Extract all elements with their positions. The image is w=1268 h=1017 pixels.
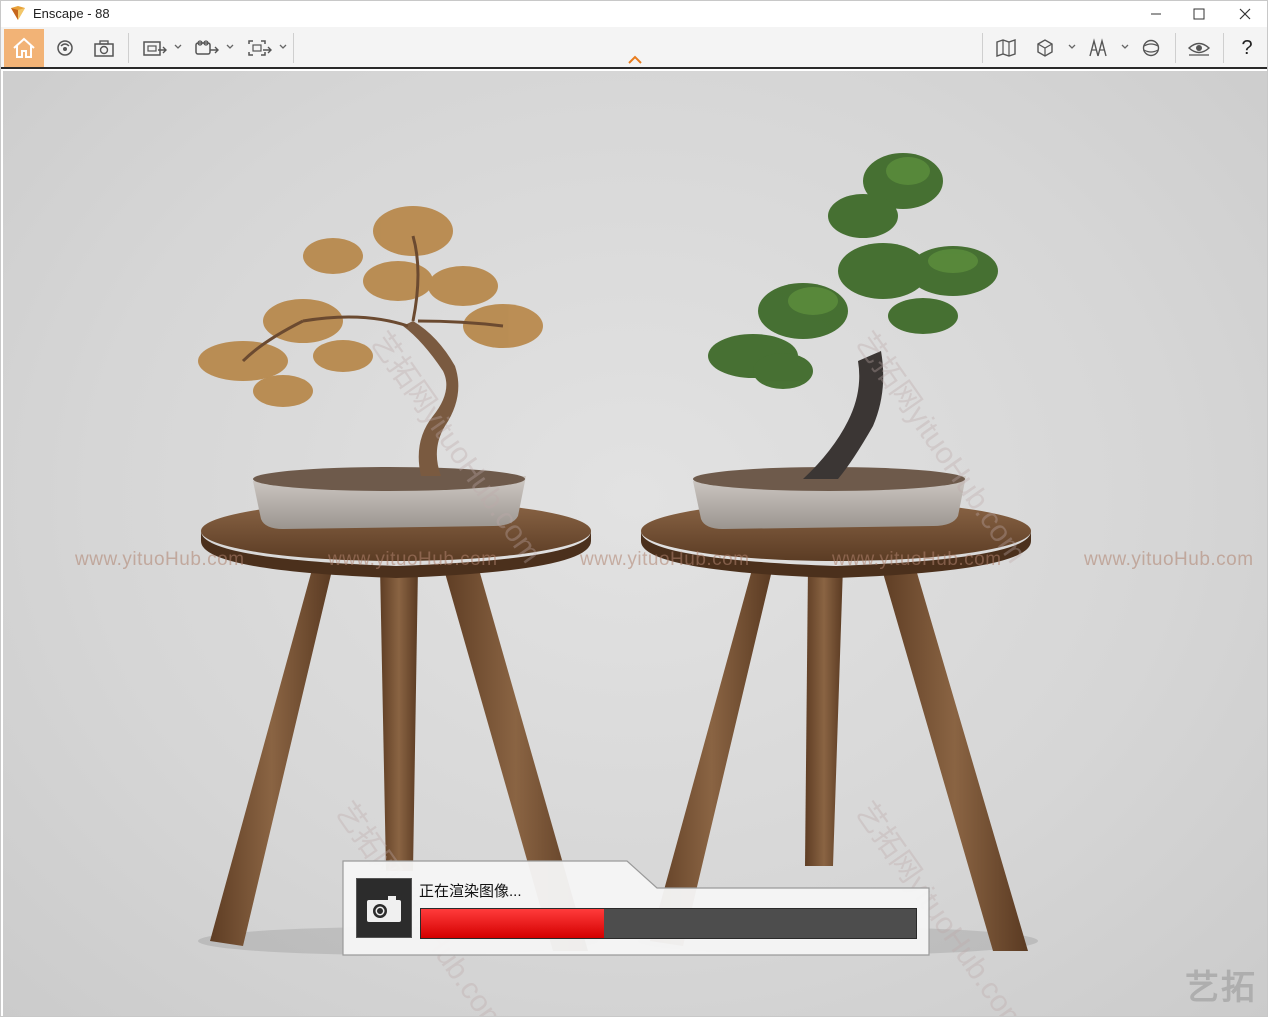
panorama-export-icon — [248, 40, 272, 56]
home-button[interactable] — [4, 29, 44, 67]
title-bar[interactable]: Enscape - 88 — [1, 1, 1267, 27]
cube-view-button[interactable] — [1031, 29, 1059, 67]
help-icon: ? — [1241, 36, 1253, 59]
render-progress-bar — [420, 908, 917, 939]
assets-icon — [1089, 38, 1107, 57]
watermark-text: www.yituoHub.com — [580, 549, 750, 570]
main-toolbar: ? — [1, 27, 1267, 69]
video-export-button[interactable] — [191, 29, 223, 67]
toolbar-separator — [293, 33, 294, 63]
maximize-icon — [1193, 8, 1205, 20]
video-export-icon — [195, 40, 219, 55]
window-title: Enscape - 88 — [33, 6, 110, 21]
toolbar-separator — [1175, 33, 1176, 63]
orbit-button[interactable] — [51, 29, 79, 67]
minimize-button[interactable] — [1133, 1, 1179, 27]
toolbar-separator — [1223, 33, 1224, 63]
watermark-text: www.yituoHub.com — [1084, 549, 1254, 570]
render-progress-fill — [421, 909, 605, 938]
render-status-label: 正在渲染图像... — [419, 883, 522, 900]
help-button[interactable]: ? — [1233, 29, 1261, 67]
map-button[interactable] — [992, 29, 1020, 67]
assets-button[interactable] — [1084, 29, 1112, 67]
home-icon — [13, 37, 35, 58]
maximize-button[interactable] — [1176, 1, 1222, 27]
watermark-text: www.yituoHub.com — [75, 549, 245, 570]
corner-logo: 艺拓 — [1185, 969, 1257, 1007]
close-icon — [1239, 8, 1251, 20]
screenshot-button[interactable] — [89, 29, 119, 67]
visual-settings-button[interactable] — [1184, 29, 1214, 67]
eye-visual-icon — [1187, 42, 1211, 56]
orbit-icon — [57, 40, 73, 56]
settings-globe-button[interactable] — [1137, 29, 1165, 67]
settings-globe-icon — [1142, 39, 1160, 57]
minimize-icon — [1151, 13, 1161, 15]
toolbar-separator — [982, 33, 983, 63]
chevron-down-icon[interactable] — [1068, 43, 1076, 51]
camera-icon — [367, 896, 401, 922]
screenshot-icon — [94, 40, 114, 57]
panorama-export-button[interactable] — [244, 29, 276, 67]
cube-view-icon — [1037, 39, 1053, 57]
enscape-logo-icon — [11, 6, 25, 20]
close-button[interactable] — [1222, 1, 1267, 27]
chevron-down-icon[interactable] — [1121, 43, 1129, 51]
render-export-icon — [143, 41, 167, 56]
toolbar-separator — [128, 33, 129, 63]
chevron-down-icon[interactable] — [226, 43, 234, 51]
enscape-window: Enscape - 88 ? www.yituoHub.com www.yitu… — [0, 0, 1268, 1017]
chevron-down-icon[interactable] — [174, 43, 182, 51]
watermark-text: www.yituoHub.com — [832, 549, 1002, 570]
chevron-up-icon[interactable] — [627, 55, 643, 65]
chevron-down-icon[interactable] — [279, 43, 287, 51]
render-export-button[interactable] — [139, 29, 171, 67]
watermark-text: www.yituoHub.com — [328, 549, 498, 570]
map-icon — [996, 39, 1016, 57]
render-camera-badge — [356, 878, 412, 938]
